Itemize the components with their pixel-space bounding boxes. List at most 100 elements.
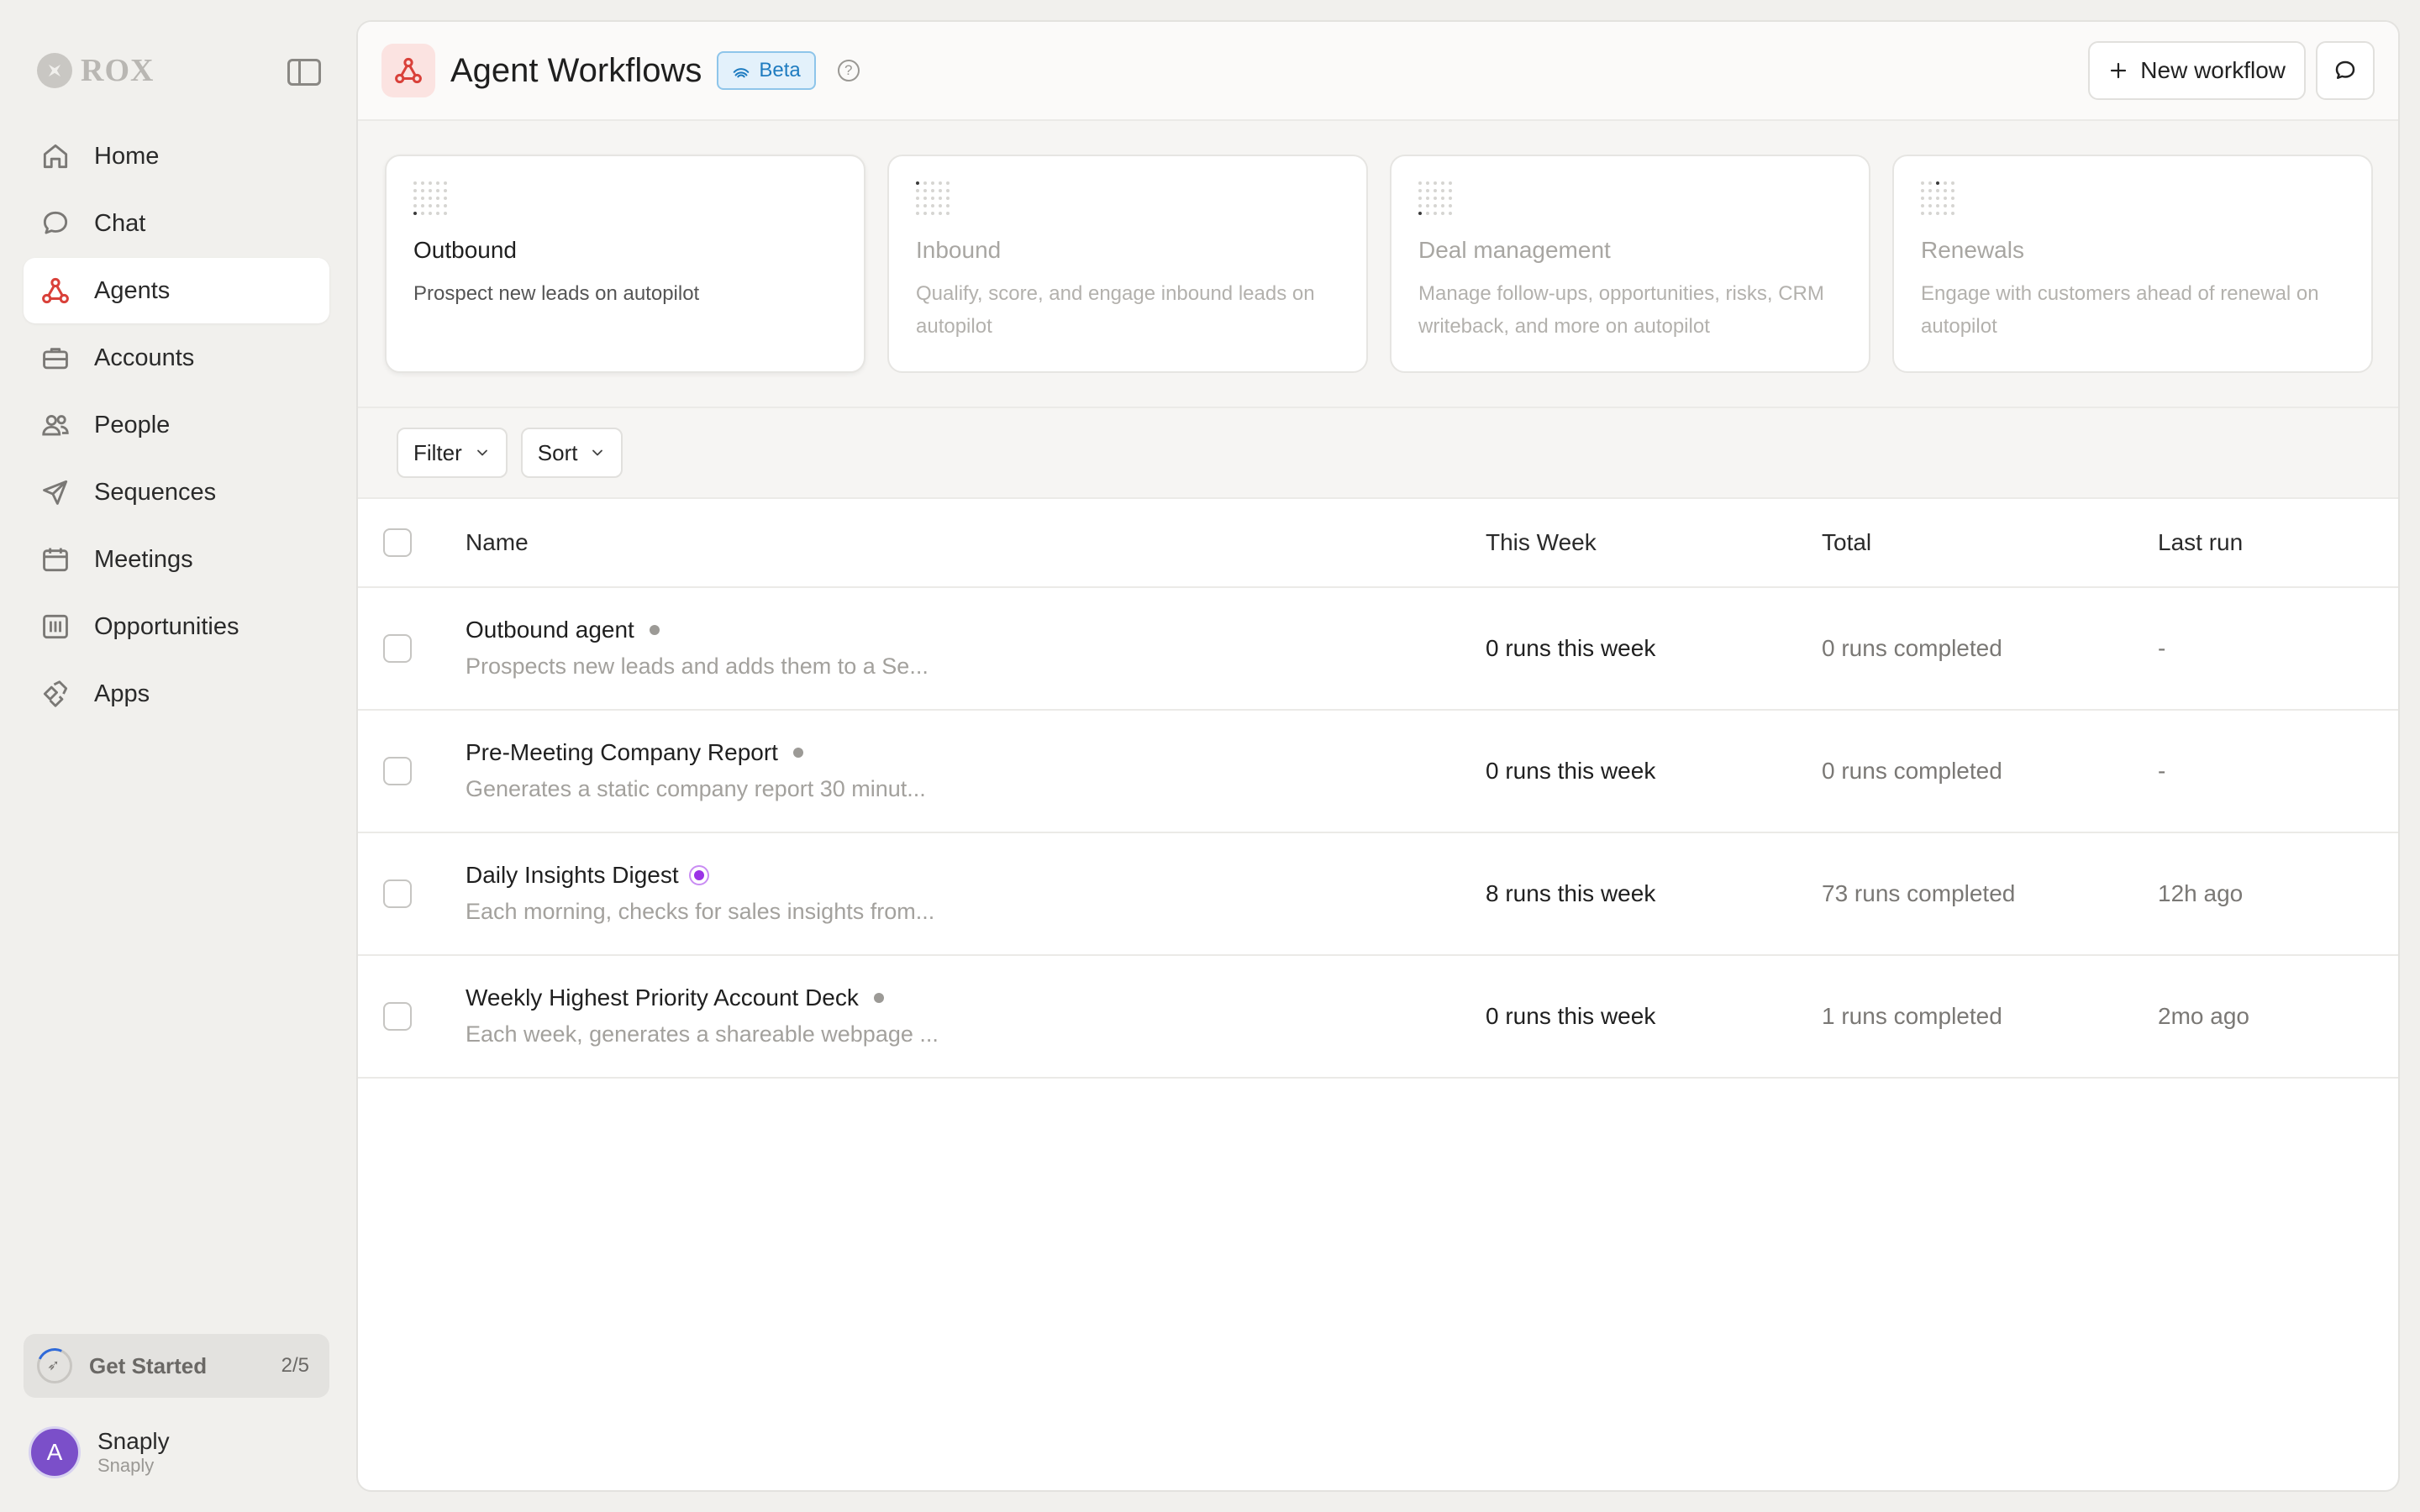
- get-started-button[interactable]: ➶ Get Started 2/5: [24, 1334, 329, 1398]
- runs-total: 73 runs completed: [1822, 880, 2016, 906]
- new-workflow-button[interactable]: New workflow: [2088, 41, 2306, 100]
- chevron-down-icon: [476, 449, 487, 456]
- agents-icon: [39, 274, 72, 307]
- main-panel: Agent Workflows Beta ? New workflow Outb…: [356, 20, 2400, 1492]
- filter-button[interactable]: Filter: [397, 428, 508, 478]
- help-icon[interactable]: ?: [837, 60, 860, 81]
- sidebar: ROX Home Chat Agents Accounts People Seq…: [0, 0, 353, 1512]
- workflow-name: Outbound agent: [466, 617, 634, 643]
- workflow-description: Generates a static company report 30 min…: [466, 776, 926, 801]
- user-profile[interactable]: A Snaply Snaply: [29, 1426, 170, 1478]
- sidebar-item-agents[interactable]: Agents: [24, 258, 329, 323]
- select-all-checkbox[interactable]: [383, 528, 412, 557]
- runs-total: 0 runs completed: [1822, 758, 2002, 784]
- sidebar-item-home[interactable]: Home: [24, 123, 329, 189]
- sort-button[interactable]: Sort: [520, 428, 623, 478]
- table-row[interactable]: Pre-Meeting Company Report Generates a s…: [358, 711, 2398, 833]
- workflow-name: Weekly Highest Priority Account Deck: [466, 984, 859, 1011]
- sidebar-item-accounts[interactable]: Accounts: [24, 325, 329, 391]
- home-icon: [39, 139, 72, 173]
- brand-logo[interactable]: ROX: [37, 52, 154, 89]
- workflows-table: Name This Week Total Last run Outbound a…: [358, 499, 2398, 1079]
- workflow-description: Each morning, checks for sales insights …: [466, 899, 935, 924]
- opportunities-icon: [39, 610, 72, 643]
- workflow-name: Daily Insights Digest: [466, 862, 679, 888]
- plus-icon: [2111, 62, 2127, 79]
- rox-logo-icon: [37, 53, 72, 88]
- sidebar-item-label: Home: [94, 142, 160, 170]
- sidebar-item-label: Accounts: [94, 344, 195, 371]
- dot-grid-icon: [413, 181, 447, 215]
- filter-label: Filter: [413, 439, 462, 465]
- sidebar-item-people[interactable]: People: [24, 392, 329, 458]
- table-row[interactable]: Daily Insights Digest Each morning, chec…: [358, 833, 2398, 956]
- signal-icon: [734, 68, 750, 78]
- table-row[interactable]: Outbound agent Prospects new leads and a…: [358, 588, 2398, 711]
- workflow-description: Prospects new leads and adds them to a S…: [466, 654, 929, 679]
- sidebar-item-label: Chat: [94, 209, 146, 237]
- get-started-label: Get Started: [89, 1352, 208, 1378]
- column-header-total[interactable]: Total: [1822, 529, 1871, 556]
- people-icon: [39, 408, 72, 442]
- chat-icon: [39, 207, 72, 240]
- template-card-renewals[interactable]: Renewals Engage with customers ahead of …: [1892, 155, 2373, 373]
- sidebar-item-label: Meetings: [94, 545, 193, 573]
- sidebar-item-label: Apps: [94, 680, 150, 707]
- beta-badge: Beta: [717, 51, 816, 90]
- column-header-name[interactable]: Name: [466, 529, 529, 556]
- last-run: -: [2158, 758, 2166, 784]
- card-description: Manage follow-ups, opportunities, risks,…: [1418, 282, 1824, 338]
- dot-grid-icon: [1418, 181, 1452, 215]
- row-checkbox[interactable]: [383, 634, 412, 663]
- table-toolbar: Filter Sort: [358, 408, 2398, 499]
- table-header: Name This Week Total Last run: [358, 499, 2398, 588]
- runs-total: 0 runs completed: [1822, 635, 2002, 661]
- table-row[interactable]: Weekly Highest Priority Account Deck Eac…: [358, 956, 2398, 1079]
- sidebar-item-meetings[interactable]: Meetings: [24, 527, 329, 592]
- page-header: Agent Workflows Beta ? New workflow: [358, 22, 2398, 121]
- workflow-name: Pre-Meeting Company Report: [466, 739, 778, 765]
- card-description: Prospect new leads on autopilot: [413, 282, 700, 305]
- sidebar-item-label: Opportunities: [94, 612, 239, 640]
- card-title: Renewals: [1921, 237, 2024, 263]
- workflow-description: Each week, generates a shareable webpage…: [466, 1021, 939, 1047]
- feedback-chat-button[interactable]: [2316, 41, 2375, 100]
- beta-label: Beta: [759, 59, 801, 81]
- sidebar-item-chat[interactable]: Chat: [24, 191, 329, 256]
- calendar-icon: [39, 543, 72, 576]
- column-header-last-run[interactable]: Last run: [2158, 529, 2243, 556]
- row-checkbox[interactable]: [383, 879, 412, 908]
- dot-grid-icon: [916, 181, 950, 215]
- template-card-inbound[interactable]: Inbound Qualify, score, and engage inbou…: [887, 155, 1368, 373]
- template-card-outbound[interactable]: Outbound Prospect new leads on autopilot: [385, 155, 865, 373]
- template-card-deal-management[interactable]: Deal management Manage follow-ups, oppor…: [1390, 155, 1870, 373]
- collapse-sidebar-button[interactable]: [287, 59, 321, 86]
- apps-icon: [39, 677, 72, 711]
- row-checkbox[interactable]: [383, 757, 412, 785]
- get-started-count: 2/5: [281, 1354, 309, 1377]
- page-title: Agent Workflows: [450, 51, 702, 89]
- briefcase-icon: [39, 341, 72, 375]
- runs-this-week: 0 runs this week: [1486, 758, 1656, 784]
- sidebar-item-label: Agents: [94, 276, 171, 304]
- column-header-this-week[interactable]: This Week: [1486, 529, 1597, 556]
- brand-name: ROX: [81, 53, 155, 88]
- sidebar-item-label: People: [94, 411, 171, 438]
- send-icon: [39, 475, 72, 509]
- chat-icon: [2335, 60, 2355, 79]
- new-workflow-label: New workflow: [2140, 57, 2286, 83]
- sidebar-item-label: Sequences: [94, 478, 217, 506]
- last-run: 2mo ago: [2158, 1003, 2249, 1029]
- workflow-templates: Outbound Prospect new leads on autopilot…: [358, 121, 2398, 408]
- sidebar-nav: Home Chat Agents Accounts People Sequenc…: [24, 123, 329, 728]
- app-window: ROX Home Chat Agents Accounts People Seq…: [0, 0, 2420, 1512]
- sidebar-item-apps[interactable]: Apps: [24, 661, 329, 727]
- card-description: Engage with customers ahead of renewal o…: [1921, 282, 2319, 338]
- row-checkbox[interactable]: [383, 1002, 412, 1031]
- agents-icon: [381, 44, 435, 97]
- progress-ring: ➶: [37, 1348, 72, 1383]
- sidebar-item-sequences[interactable]: Sequences: [24, 459, 329, 525]
- chevron-down-icon: [592, 449, 603, 456]
- sidebar-item-opportunities[interactable]: Opportunities: [24, 594, 329, 659]
- runs-this-week: 8 runs this week: [1486, 880, 1656, 906]
